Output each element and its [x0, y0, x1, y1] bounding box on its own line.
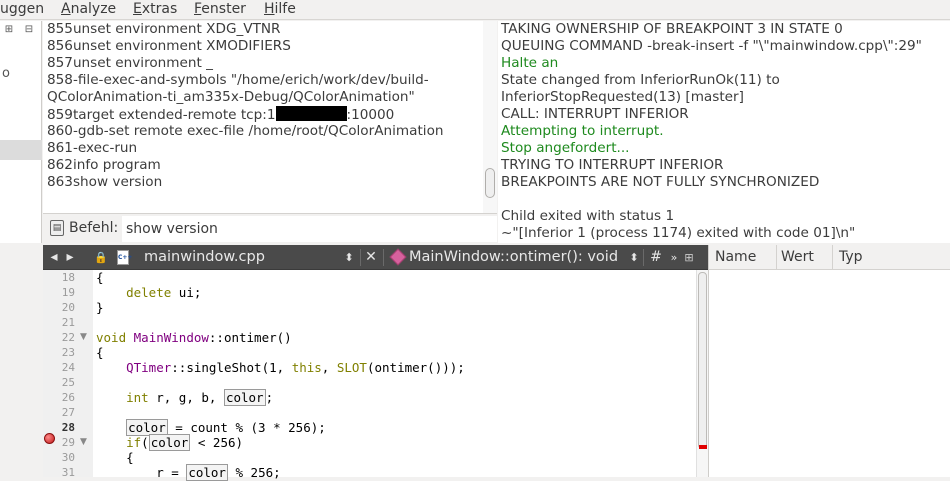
- left-side-panel-view: ⊞ ⊟: [0, 21, 42, 243]
- column-header-name[interactable]: Name: [709, 245, 777, 270]
- console-line: 859target extended-remote tcp:1:10000: [47, 106, 395, 123]
- editor-scrollbar-thumb[interactable]: [698, 272, 707, 449]
- command-input[interactable]: [122, 216, 497, 242]
- breakpoint-icon[interactable]: [44, 433, 55, 444]
- console-line: 861-exec-run: [47, 140, 138, 156]
- console-line: 855unset environment XDG_VTNR: [47, 21, 281, 37]
- column-header-value[interactable]: Wert: [775, 245, 833, 270]
- command-label: Befehl:: [69, 220, 119, 236]
- menu-bar: uggen Analyze Extras Fenster Hilfe: [0, 0, 950, 20]
- console-scrollbar-thumb[interactable]: [485, 168, 495, 198]
- line-number: 31: [61, 466, 75, 479]
- code-line: {: [96, 345, 104, 360]
- log-line: TAKING OWNERSHIP OF BREAKPOINT 3 IN STAT…: [501, 21, 843, 37]
- line-number: 21: [61, 316, 75, 329]
- log-line: InferiorStopRequested(13) [master]: [501, 89, 744, 105]
- console-line: 856unset environment XMODIFIERS: [47, 38, 291, 54]
- gdb-console-output[interactable]: 855unset environment XDG_VTNR 856unset e…: [43, 21, 497, 213]
- menu-fenster[interactable]: Fenster: [194, 0, 246, 20]
- line-number: 19: [61, 286, 75, 299]
- code-line: void MainWindow::ontimer(): [96, 330, 292, 345]
- close-file-icon[interactable]: ✕: [364, 245, 378, 270]
- split-icon[interactable]: ⊞: [2, 23, 16, 37]
- console-line: 863show version: [47, 174, 163, 190]
- console-line: 862info program: [47, 157, 161, 173]
- line-number: 24: [61, 361, 75, 374]
- line-number: 27: [61, 406, 75, 419]
- console-line: 857unset environment _: [47, 55, 213, 71]
- file-dropdown-icon[interactable]: ⬍: [343, 245, 355, 270]
- toolbar-separator: [383, 249, 384, 266]
- log-line: State changed from InferiorRunOk(11) to: [501, 72, 780, 88]
- code-line: {: [126, 450, 134, 465]
- code-line: r = color % 256;: [156, 464, 281, 481]
- log-line: Attempting to interrupt.: [501, 123, 664, 139]
- cpp-file-icon: C++: [117, 250, 132, 265]
- console-line: 860-gdb-set remote exec-file /home/root/…: [47, 123, 444, 139]
- split-editor-icon[interactable]: ⊞: [683, 245, 695, 270]
- fold-marker-icon[interactable]: ▼: [80, 332, 87, 342]
- code-line: }: [96, 300, 104, 315]
- code-line: color = count % (3 * 256);: [126, 419, 326, 436]
- code-line: int r, g, b, color;: [126, 389, 274, 406]
- hash-symbol-button[interactable]: #: [649, 245, 663, 270]
- debugger-log-output[interactable]: TAKING OWNERSHIP OF BREAKPOINT 3 IN STAT…: [498, 21, 950, 243]
- fold-marker-icon[interactable]: ▼: [80, 437, 87, 447]
- close-panel-icon[interactable]: ⊟: [22, 23, 36, 37]
- menu-hilfe[interactable]: Hilfe: [264, 0, 296, 20]
- command-icon: ▤: [50, 220, 64, 236]
- double-chevron-icon[interactable]: »: [668, 245, 680, 270]
- lock-icon: 🔒: [94, 251, 108, 264]
- forward-arrow-icon[interactable]: ▸: [63, 245, 77, 270]
- console-line: 858-file-exec-and-symbols "/home/erich/w…: [47, 72, 429, 88]
- redacted-block: [275, 106, 347, 121]
- column-header-type[interactable]: Typ: [833, 245, 950, 270]
- current-function-name[interactable]: MainWindow::ontimer(): void: [409, 245, 618, 270]
- log-line: Stop angefordert...: [501, 140, 630, 156]
- line-number: 30: [61, 451, 75, 464]
- log-line: CALL: INTERRUPT INFERIOR: [501, 106, 689, 122]
- toolbar-separator: [643, 249, 644, 266]
- breakpoint-scroll-marker: [699, 445, 707, 449]
- left-panel-text-fragment: o: [2, 66, 10, 81]
- line-number: 23: [61, 346, 75, 359]
- locals-watch-panel[interactable]: [708, 245, 950, 477]
- left-panel-selected-row[interactable]: [0, 140, 42, 160]
- code-line: if(color < 256): [126, 434, 244, 451]
- code-line: {: [96, 270, 104, 285]
- log-line: TRYING TO INTERRUPT INFERIOR: [501, 157, 724, 173]
- line-number: 25: [61, 376, 75, 389]
- code-line: delete ui;: [126, 285, 202, 300]
- log-line: BREAKPOINTS ARE NOT FULLY SYNCHRONIZED: [501, 174, 820, 190]
- log-line: QUEUING COMMAND -break-insert -f "\"main…: [501, 38, 922, 54]
- log-line: Halte an: [501, 55, 559, 71]
- menu-debuggen[interactable]: uggen: [0, 0, 44, 20]
- line-number: 20: [61, 301, 75, 314]
- menu-analyze[interactable]: Analyze: [61, 0, 116, 20]
- line-number: 22: [61, 331, 75, 344]
- code-line: QTimer::singleShot(1, this, SLOT(ontimer…: [126, 360, 465, 375]
- toolbar-separator: [360, 249, 361, 266]
- open-file-name[interactable]: mainwindow.cpp: [144, 245, 265, 270]
- log-line: ~"[Inferior 1 (process 1174) exited with…: [501, 225, 856, 241]
- back-arrow-icon[interactable]: ◂: [47, 245, 61, 270]
- log-line: Child exited with status 1: [501, 208, 675, 224]
- menu-extras[interactable]: Extras: [133, 0, 177, 20]
- function-dropdown-icon[interactable]: ⬍: [628, 245, 640, 270]
- line-number: 18: [61, 271, 75, 284]
- line-number: 26: [61, 391, 75, 404]
- console-line: QColorAnimation-ti_am335x-Debug/QColorAn…: [47, 89, 415, 105]
